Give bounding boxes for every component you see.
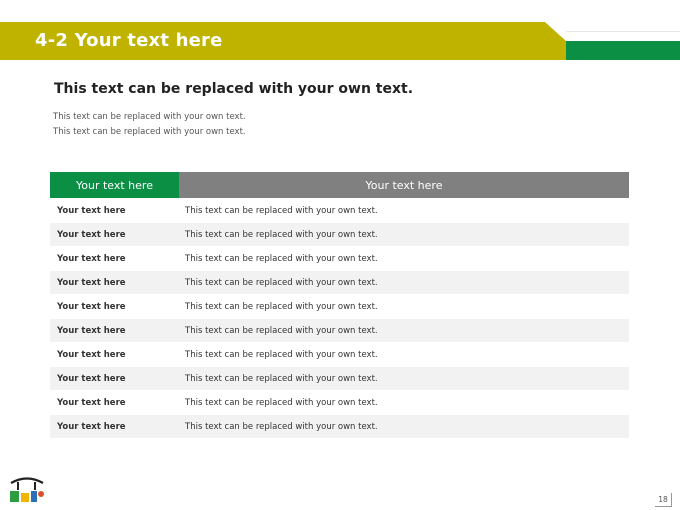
table-cell-label: Your text here [57, 253, 126, 264]
body-text-line-1: This text can be replaced with your own … [53, 112, 246, 122]
table-cell-label: Your text here [57, 397, 126, 408]
table-row: Your text here This text can be replaced … [50, 199, 629, 222]
logo [10, 477, 44, 502]
table-cell-label: Your text here [57, 421, 126, 432]
table-cell-text: This text can be replaced with your own … [185, 253, 378, 264]
table-cell-label: Your text here [57, 205, 126, 216]
header-divider [566, 31, 680, 32]
table-cell-label: Your text here [57, 277, 126, 288]
table-cell-text: This text can be replaced with your own … [185, 373, 378, 384]
table-row: Your text here This text can be replaced … [50, 415, 629, 438]
table-cell-text: This text can be replaced with your own … [185, 325, 378, 336]
table-cell-label: Your text here [57, 325, 126, 336]
accent-bar [566, 41, 680, 60]
table-row: Your text here This text can be replaced … [50, 223, 629, 246]
page-number: 18 [655, 493, 672, 507]
table-cell-text: This text can be replaced with your own … [185, 205, 378, 216]
table-cell-label: Your text here [57, 229, 126, 240]
section-subtitle: This text can be replaced with your own … [54, 81, 414, 97]
table-row: Your text here This text can be replaced … [50, 295, 629, 318]
table-cell-text: This text can be replaced with your own … [185, 301, 378, 312]
body-text-line-2: This text can be replaced with your own … [53, 127, 246, 137]
table-row: Your text here This text can be replaced … [50, 391, 629, 414]
table-cell-text: This text can be replaced with your own … [185, 349, 378, 360]
table-header: Your text here Your text here [50, 172, 629, 198]
data-table: Your text here Your text here Your text … [50, 172, 629, 438]
table-cell-text: This text can be replaced with your own … [185, 229, 378, 240]
table-row: Your text here This text can be replaced … [50, 271, 629, 294]
table-row: Your text here This text can be replaced … [50, 367, 629, 390]
table-cell-label: Your text here [57, 349, 126, 360]
table-cell-label: Your text here [57, 301, 126, 312]
table-header-col-2: Your text here [179, 172, 629, 198]
table-cell-text: This text can be replaced with your own … [185, 397, 378, 408]
table-row: Your text here This text can be replaced … [50, 319, 629, 342]
table-row: Your text here This text can be replaced … [50, 343, 629, 366]
table-body: Your text here This text can be replaced … [50, 199, 629, 438]
page-title: 4-2 Your text here [35, 30, 223, 51]
table-cell-text: This text can be replaced with your own … [185, 421, 378, 432]
table-row: Your text here This text can be replaced … [50, 247, 629, 270]
table-header-col-1: Your text here [50, 172, 179, 198]
table-cell-label: Your text here [57, 373, 126, 384]
table-cell-text: This text can be replaced with your own … [185, 277, 378, 288]
